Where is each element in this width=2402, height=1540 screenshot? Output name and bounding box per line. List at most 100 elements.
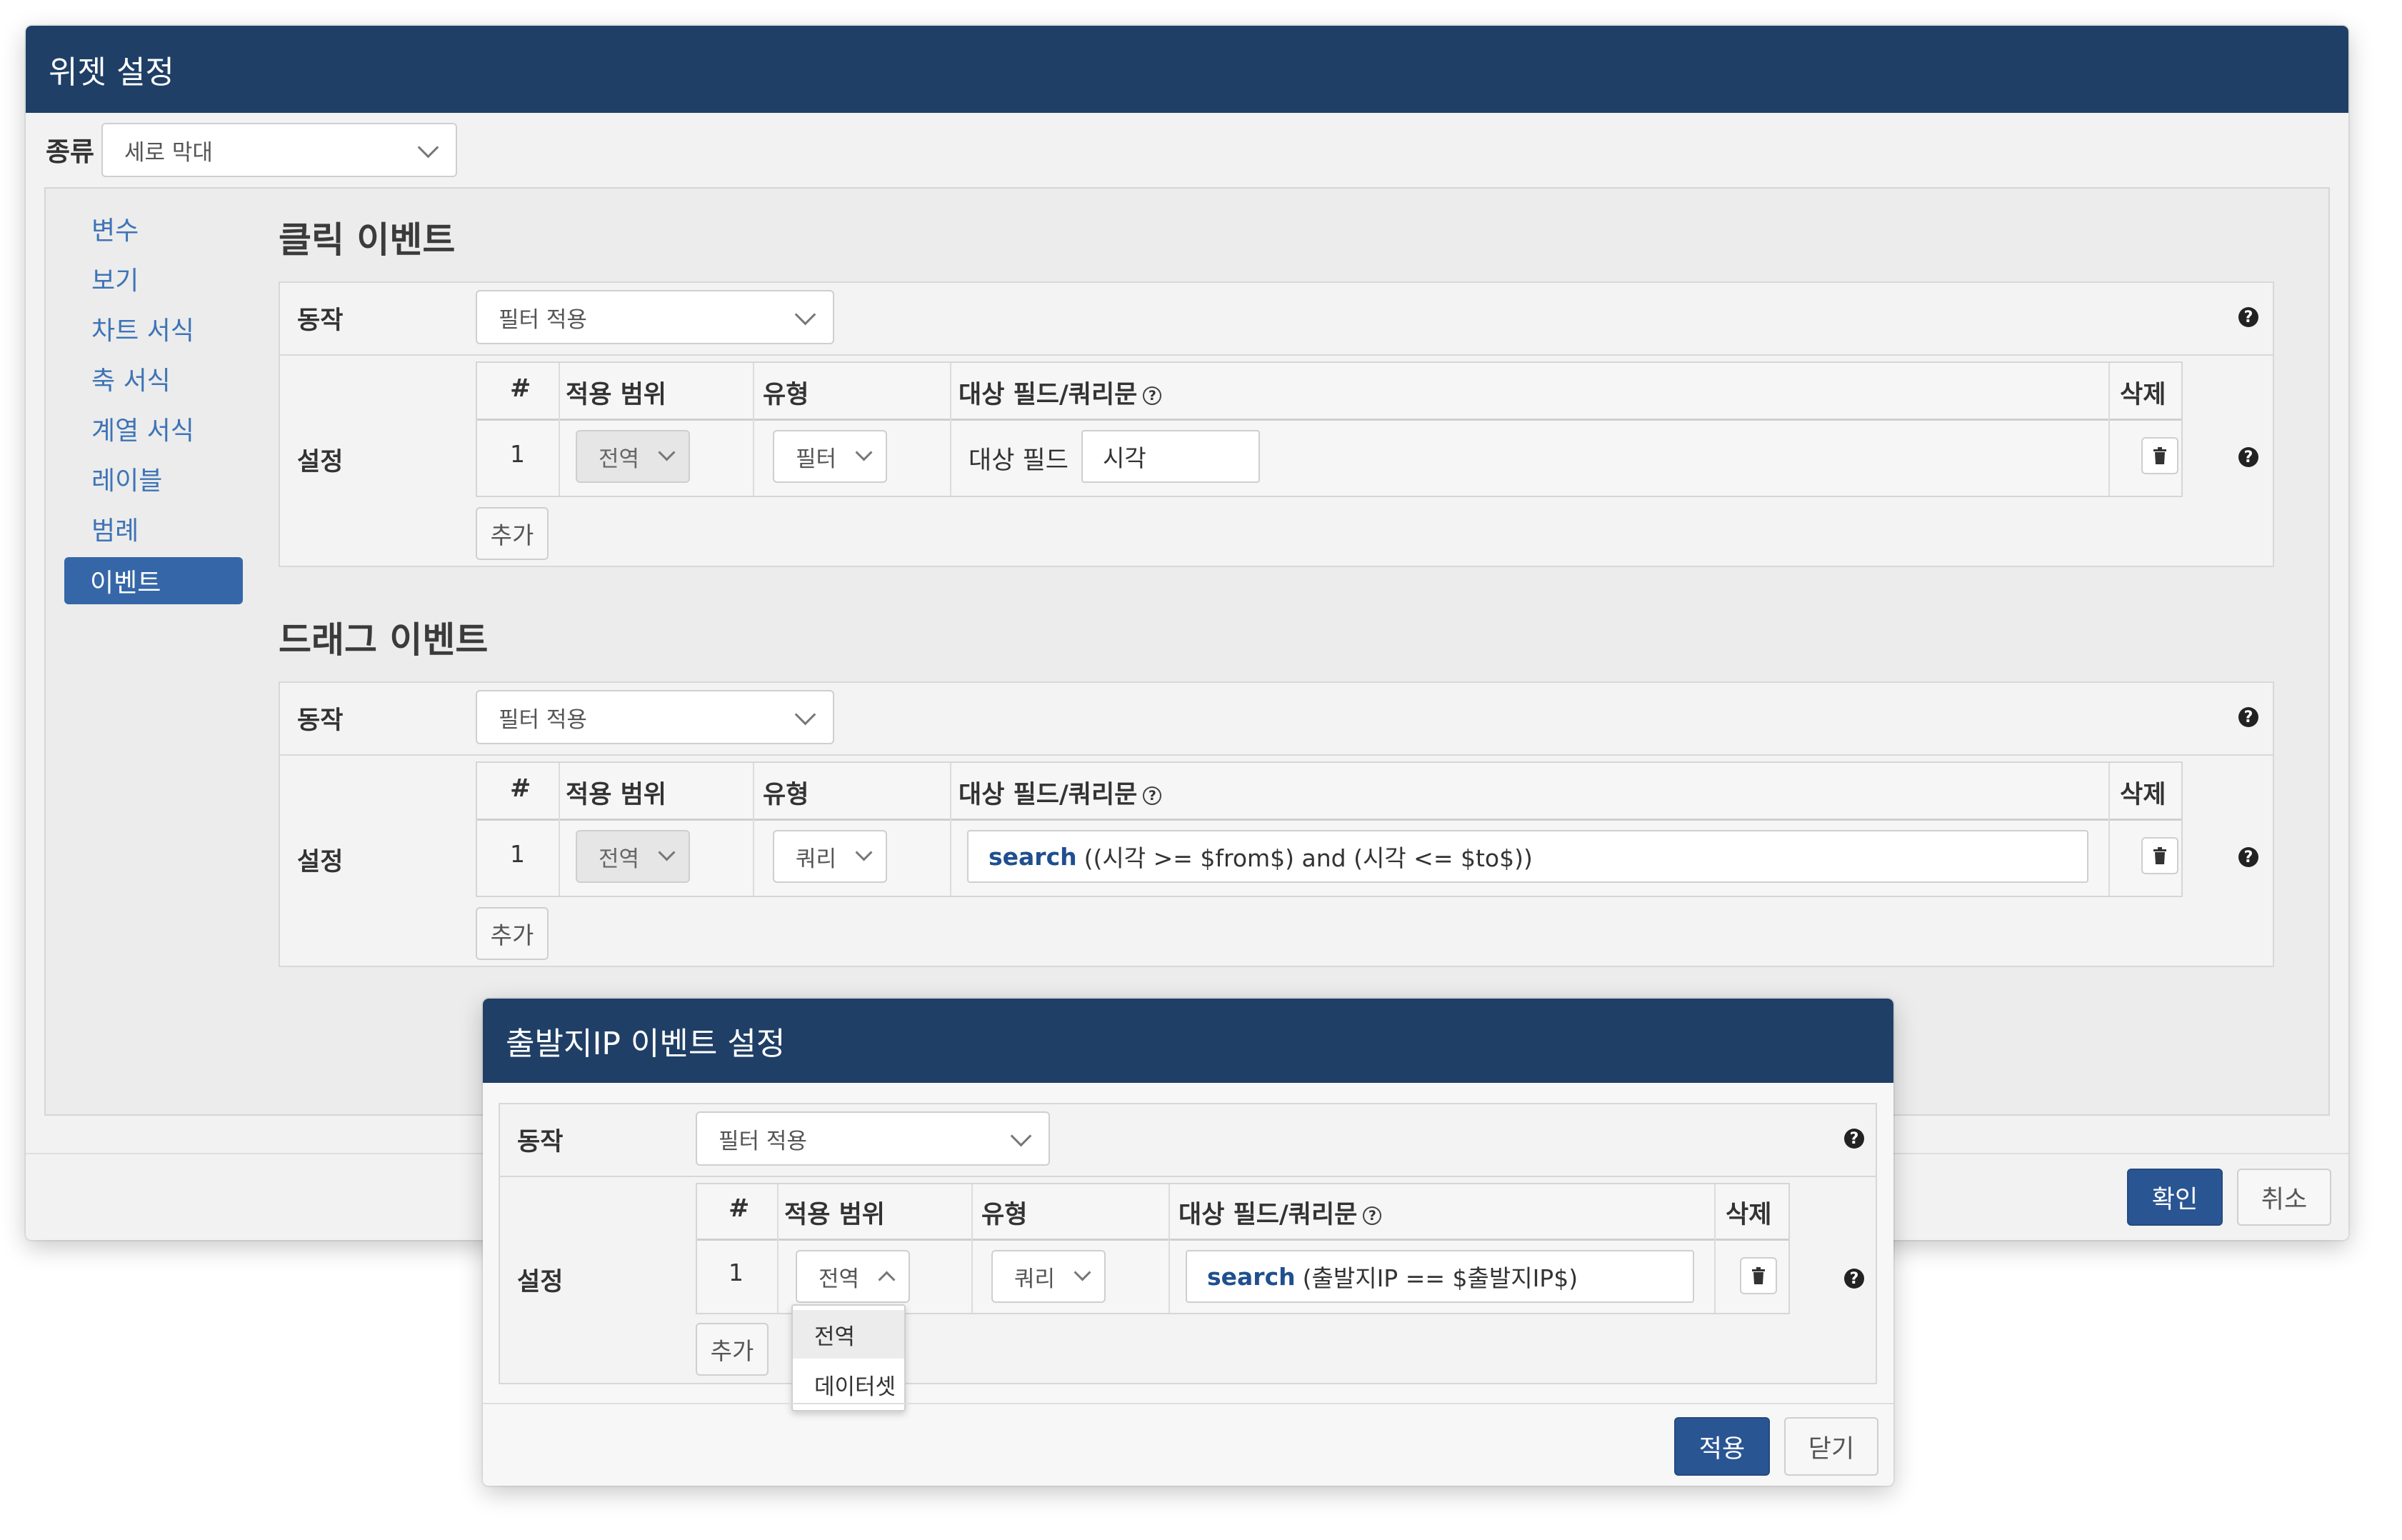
scope-value: 전역	[599, 446, 640, 472]
question-circle-icon[interactable]: ?	[1363, 1206, 1382, 1225]
col-divider	[559, 763, 560, 896]
nav-item-view[interactable]: 보기	[91, 260, 139, 297]
type-select[interactable]: 쿼리	[991, 1250, 1106, 1303]
add-row-button[interactable]: 추가	[476, 907, 549, 960]
delete-row-button[interactable]	[2141, 437, 2178, 474]
sub-settings-label: 설정	[517, 1268, 564, 1296]
type-select[interactable]: 필터	[773, 430, 887, 483]
drag-event-card: 동작 필터 적용 ? 설정 # 적용 범위 유형 대상 필드/쿼리문? 삭제 1	[279, 681, 2274, 967]
kind-select[interactable]: 세로 막대	[101, 123, 457, 177]
col-target-label: 대상 필드/쿼리문	[959, 781, 1138, 809]
nav-item-series-format[interactable]: 계열 서식	[91, 410, 194, 447]
trash-icon	[2153, 447, 2166, 464]
click-action-label: 동작	[297, 306, 344, 335]
col-divider	[950, 763, 951, 896]
add-row-button[interactable]: 추가	[696, 1323, 769, 1376]
col-scope: 적용 범위	[566, 381, 666, 409]
chevron-down-icon	[417, 136, 439, 159]
nav-item-legend[interactable]: 범례	[91, 510, 139, 547]
scope-option-global[interactable]: 전역	[793, 1310, 904, 1359]
col-delete: 삭제	[1726, 1201, 1772, 1229]
help-icon[interactable]: ?	[1844, 1129, 1864, 1149]
chevron-down-icon	[855, 844, 873, 861]
divider	[280, 354, 2273, 356]
help-icon[interactable]: ?	[2238, 707, 2258, 727]
delete-row-button[interactable]	[1740, 1257, 1777, 1294]
help-icon[interactable]: ?	[2238, 447, 2258, 467]
drag-settings-label: 설정	[297, 848, 344, 876]
col-target-label: 대상 필드/쿼리문	[1179, 1201, 1358, 1229]
dialog-title: 위젯 설정	[26, 26, 2348, 113]
sub-dialog-title: 출발지IP 이벤트 설정	[483, 999, 1893, 1083]
confirm-button[interactable]: 확인	[2127, 1169, 2223, 1226]
type-value: 쿼리	[796, 846, 837, 872]
cancel-button[interactable]: 취소	[2237, 1169, 2331, 1226]
click-action-select[interactable]: 필터 적용	[476, 290, 834, 344]
table-header	[477, 363, 2181, 421]
divider	[280, 754, 2273, 756]
type-select[interactable]: 쿼리	[773, 830, 887, 883]
trash-icon	[1752, 1267, 1765, 1284]
help-icon[interactable]: ?	[2238, 307, 2258, 327]
drag-settings-table: # 적용 범위 유형 대상 필드/쿼리문? 삭제 1 전역 쿼리 search …	[476, 761, 2183, 897]
nav-item-label[interactable]: 레이블	[91, 460, 162, 497]
target-field-label: 대상 필드	[969, 446, 1069, 475]
scope-select[interactable]: 전역	[576, 830, 690, 883]
col-target: 대상 필드/쿼리문?	[959, 774, 1162, 811]
nav-item-axis-format[interactable]: 축 서식	[91, 360, 171, 397]
delete-row-button[interactable]	[2141, 837, 2178, 874]
col-scope: 적용 범위	[566, 781, 666, 809]
chevron-down-icon	[1010, 1125, 1032, 1147]
sub-action-label: 동작	[517, 1128, 564, 1156]
query-input[interactable]: search (출발지IP == $출발지IP$)	[1186, 1250, 1694, 1303]
drag-action-select[interactable]: 필터 적용	[476, 690, 834, 744]
row-num: 1	[729, 1259, 744, 1286]
nav-item-variables[interactable]: 변수	[91, 210, 139, 247]
help-icon[interactable]: ?	[2238, 847, 2258, 867]
query-input[interactable]: search ((시각 >= $from$) and (시각 <= $to$))	[967, 830, 2088, 883]
settings-body: 변수 보기 차트 서식 축 서식 계열 서식 레이블 범례 이벤트 클릭 이벤트…	[44, 187, 2330, 1116]
type-value: 필터	[796, 446, 837, 472]
col-target: 대상 필드/쿼리문?	[1179, 1194, 1382, 1231]
chevron-down-icon	[794, 704, 816, 726]
help-icon[interactable]: ?	[1844, 1269, 1864, 1289]
col-type: 유형	[981, 1201, 1028, 1229]
nav-item-chart-format[interactable]: 차트 서식	[91, 310, 194, 347]
click-event-card: 동작 필터 적용 ? 설정 # 적용 범위 유형 대상 필드/쿼리문? 삭제 1	[279, 281, 2274, 567]
col-num: #	[510, 374, 531, 403]
col-divider	[2108, 363, 2110, 496]
sub-settings-table: # 적용 범위 유형 대상 필드/쿼리문? 삭제 1 전역 쿼리 search …	[696, 1183, 1790, 1314]
drag-action-value: 필터 적용	[499, 706, 587, 733]
nav-item-event[interactable]: 이벤트	[64, 557, 243, 604]
col-num: #	[510, 774, 531, 803]
col-delete: 삭제	[2120, 381, 2166, 409]
scope-select[interactable]: 전역	[576, 430, 690, 483]
query-text: ((시각 >= $from$) and (시각 <= $to$))	[1084, 844, 1533, 872]
col-divider	[753, 763, 754, 896]
drag-event-title: 드래그 이벤트	[279, 619, 489, 661]
col-type: 유형	[763, 381, 809, 409]
col-target: 대상 필드/쿼리문?	[959, 374, 1162, 411]
sub-action-value: 필터 적용	[719, 1128, 807, 1154]
kind-label: 종류	[46, 136, 95, 167]
apply-button[interactable]: 적용	[1674, 1417, 1770, 1476]
sub-action-select[interactable]: 필터 적용	[696, 1111, 1050, 1166]
click-action-value: 필터 적용	[499, 306, 587, 333]
col-divider	[971, 1184, 973, 1313]
scope-select-open[interactable]: 전역	[796, 1250, 910, 1303]
target-field-value: 시각	[1103, 444, 1146, 472]
query-text: (출발지IP == $출발지IP$)	[1302, 1264, 1578, 1292]
close-button[interactable]: 닫기	[1784, 1417, 1878, 1476]
question-circle-icon[interactable]: ?	[1143, 786, 1162, 805]
scope-option-dataset[interactable]: 데이터셋	[793, 1360, 904, 1409]
chevron-down-icon	[794, 304, 816, 326]
question-circle-icon[interactable]: ?	[1143, 386, 1162, 405]
col-divider	[1714, 1184, 1716, 1313]
trash-icon	[2153, 847, 2166, 864]
col-divider	[950, 363, 951, 496]
type-value: 쿼리	[1014, 1266, 1056, 1292]
col-type: 유형	[763, 781, 809, 809]
add-row-button[interactable]: 추가	[476, 507, 549, 560]
col-divider	[559, 363, 560, 496]
target-field-input[interactable]: 시각	[1081, 430, 1260, 483]
